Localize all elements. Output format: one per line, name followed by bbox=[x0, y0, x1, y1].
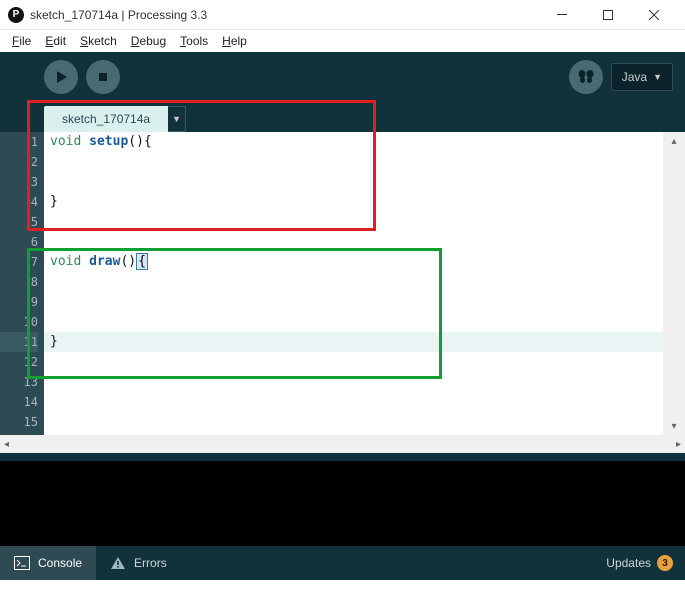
code-line[interactable] bbox=[44, 352, 663, 372]
line-gutter: 123456789101112131415 bbox=[0, 132, 44, 435]
titlebar: P sketch_170714a | Processing 3.3 bbox=[0, 0, 685, 30]
chevron-down-icon: ▼ bbox=[653, 72, 662, 82]
line-number: 6 bbox=[0, 232, 38, 252]
code-line[interactable]: void draw(){ bbox=[44, 252, 663, 272]
code-line[interactable] bbox=[44, 232, 663, 252]
line-number: 9 bbox=[0, 292, 38, 312]
code-line[interactable] bbox=[44, 292, 663, 312]
menu-debug[interactable]: Debug bbox=[125, 32, 172, 50]
menu-sketch[interactable]: Sketch bbox=[74, 32, 123, 50]
menu-edit[interactable]: Edit bbox=[39, 32, 72, 50]
code-line[interactable]: } bbox=[44, 192, 663, 212]
line-number: 14 bbox=[0, 392, 38, 412]
window-title: sketch_170714a | Processing 3.3 bbox=[30, 8, 207, 22]
line-number: 12 bbox=[0, 352, 38, 372]
line-number: 2 bbox=[0, 152, 38, 172]
code-line[interactable] bbox=[44, 212, 663, 232]
code-line[interactable]: void setup(){ bbox=[44, 132, 663, 152]
horizontal-scrollbar[interactable]: ◂ ▸ bbox=[0, 435, 685, 453]
tab-label: sketch_170714a bbox=[62, 112, 150, 126]
line-number: 15 bbox=[0, 412, 38, 432]
code-line[interactable] bbox=[44, 312, 663, 332]
line-number: 13 bbox=[0, 372, 38, 392]
debug-button[interactable] bbox=[569, 60, 603, 94]
code-editor: 123456789101112131415 void setup(){}void… bbox=[0, 132, 685, 435]
code-line[interactable] bbox=[44, 372, 663, 392]
console-icon bbox=[14, 556, 30, 570]
errors-tab-label: Errors bbox=[134, 556, 167, 570]
sketch-tab[interactable]: sketch_170714a bbox=[44, 106, 168, 132]
splitter[interactable] bbox=[0, 453, 685, 461]
menu-file[interactable]: File bbox=[6, 32, 37, 50]
console-output[interactable] bbox=[0, 461, 685, 546]
chevron-down-icon: ▼ bbox=[172, 114, 181, 124]
updates-indicator[interactable]: Updates 3 bbox=[594, 546, 685, 580]
vertical-scrollbar[interactable]: ▴ ▾ bbox=[663, 132, 685, 435]
updates-badge: 3 bbox=[657, 555, 673, 571]
mode-label: Java bbox=[622, 70, 647, 84]
butterfly-icon bbox=[577, 68, 595, 86]
play-icon bbox=[54, 70, 68, 84]
scroll-down-icon[interactable]: ▾ bbox=[663, 417, 685, 435]
line-number: 5 bbox=[0, 212, 38, 232]
scroll-right-icon[interactable]: ▸ bbox=[676, 439, 681, 450]
app-icon: P bbox=[8, 7, 24, 23]
tab-bar: sketch_170714a ▼ bbox=[0, 102, 685, 132]
tab-dropdown-button[interactable]: ▼ bbox=[168, 106, 186, 132]
scroll-up-icon[interactable]: ▴ bbox=[663, 132, 685, 150]
status-bar: Console Errors Updates 3 bbox=[0, 546, 685, 580]
menu-help[interactable]: Help bbox=[216, 32, 253, 50]
stop-icon bbox=[96, 70, 110, 84]
code-line[interactable] bbox=[44, 412, 663, 432]
code-area[interactable]: void setup(){} void draw(){} bbox=[44, 132, 663, 435]
minimize-button[interactable] bbox=[539, 0, 585, 30]
mode-selector[interactable]: Java ▼ bbox=[611, 63, 673, 91]
code-line[interactable] bbox=[44, 152, 663, 172]
menubar: File Edit Sketch Debug Tools Help bbox=[0, 30, 685, 52]
errors-tab[interactable]: Errors bbox=[96, 546, 181, 580]
updates-label: Updates bbox=[606, 556, 651, 570]
line-number: 4 bbox=[0, 192, 38, 212]
close-button[interactable] bbox=[631, 0, 677, 30]
menu-tools[interactable]: Tools bbox=[174, 32, 214, 50]
code-line[interactable] bbox=[44, 172, 663, 192]
code-line[interactable] bbox=[44, 272, 663, 292]
line-number: 8 bbox=[0, 272, 38, 292]
line-number: 7 bbox=[0, 252, 38, 272]
code-line[interactable]: } bbox=[44, 332, 663, 352]
run-button[interactable] bbox=[44, 60, 78, 94]
toolbar: Java ▼ bbox=[0, 52, 685, 102]
line-number: 1 bbox=[0, 132, 38, 152]
console-tab-label: Console bbox=[38, 556, 82, 570]
line-number: 3 bbox=[0, 172, 38, 192]
maximize-button[interactable] bbox=[585, 0, 631, 30]
line-number: 11 bbox=[0, 332, 38, 352]
warning-icon bbox=[110, 556, 126, 570]
code-line[interactable] bbox=[44, 392, 663, 412]
stop-button[interactable] bbox=[86, 60, 120, 94]
console-tab[interactable]: Console bbox=[0, 546, 96, 580]
line-number: 10 bbox=[0, 312, 38, 332]
cursor: { bbox=[136, 253, 148, 270]
scroll-left-icon[interactable]: ◂ bbox=[4, 439, 9, 450]
